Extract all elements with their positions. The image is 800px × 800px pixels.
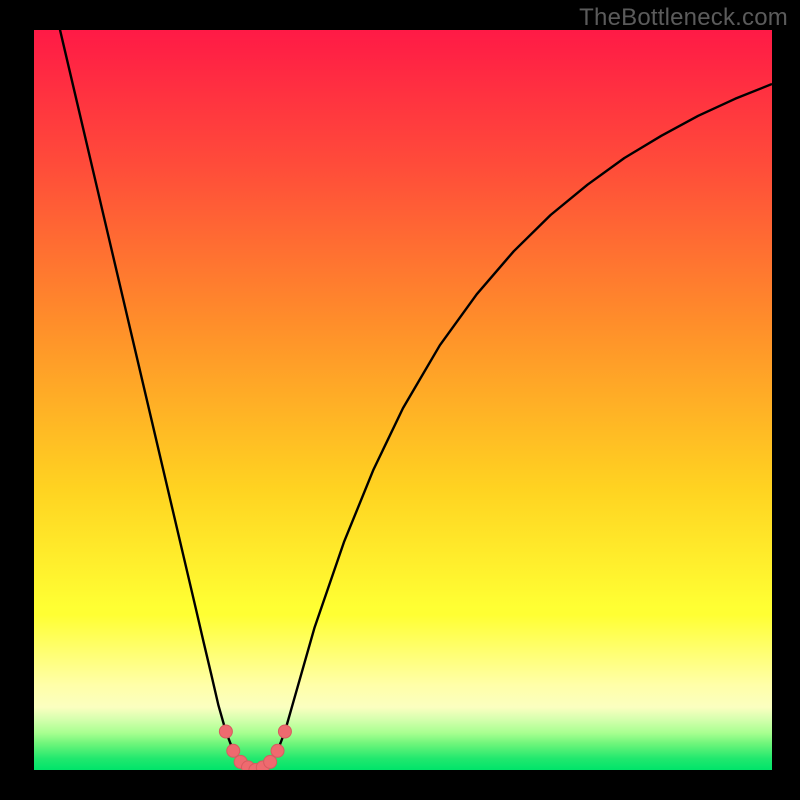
plot-area xyxy=(34,30,772,770)
bottleneck-curve xyxy=(34,30,772,770)
curve-path xyxy=(34,30,772,770)
watermark-text: TheBottleneck.com xyxy=(579,4,788,32)
chart-frame: TheBottleneck.com xyxy=(0,0,800,800)
curve-markers xyxy=(219,725,291,770)
